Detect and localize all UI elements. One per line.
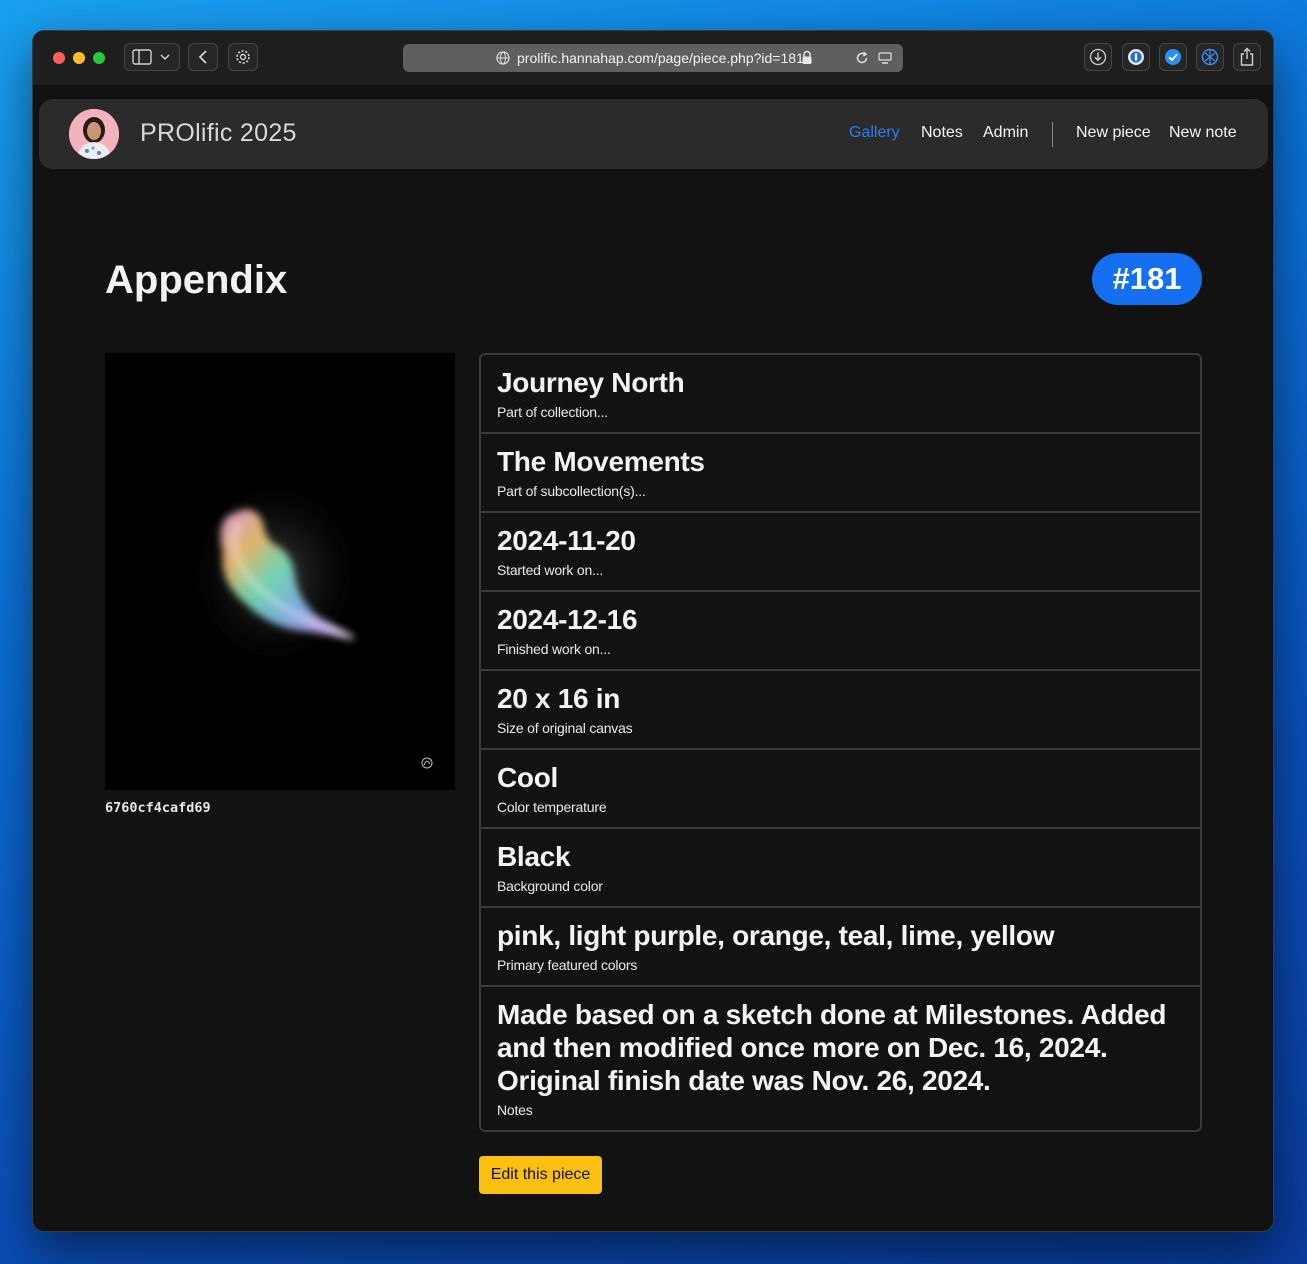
nav-gallery-link[interactable]: Gallery — [849, 124, 900, 142]
translate-extension-button[interactable] — [1196, 43, 1224, 71]
password-manager-button[interactable] — [1122, 43, 1150, 71]
page-title: Appendix — [105, 258, 288, 302]
detail-finished: 2024-12-16 Finished work on... — [481, 592, 1200, 671]
detail-value: pink, light purple, orange, teal, lime, … — [497, 920, 1055, 951]
detail-started: 2024-11-20 Started work on... — [481, 513, 1200, 592]
avatar[interactable] — [69, 109, 119, 159]
artwork-image[interactable] — [105, 353, 455, 790]
sidebar-icon — [132, 49, 152, 65]
detail-label: Background color — [497, 878, 603, 894]
detail-label: Primary featured colors — [497, 957, 638, 973]
edit-piece-button[interactable]: Edit this piece — [479, 1156, 602, 1194]
detail-color-temperature: Cool Color temperature — [481, 750, 1200, 829]
url-text: prolific.hannahap.com/page/piece.php?id=… — [517, 50, 804, 66]
detail-value: Black — [497, 841, 571, 872]
piece-details-list: Journey North Part of collection... The … — [479, 353, 1202, 1132]
profile-photo — [69, 109, 119, 159]
detail-label: Part of collection... — [497, 404, 608, 420]
detail-label: Part of subcollection(s)... — [497, 483, 646, 499]
reload-icon[interactable] — [855, 51, 869, 65]
detail-label: Size of original canvas — [497, 720, 633, 736]
reader-icon[interactable] — [878, 52, 892, 65]
password-manager-icon — [1128, 49, 1144, 65]
chevron-left-icon — [198, 50, 207, 64]
piece-id-badge: #181 — [1092, 253, 1202, 305]
image-hash: 6760cf4cafd69 — [105, 800, 211, 816]
detail-value: Cool — [497, 762, 559, 793]
detail-featured-colors: pink, light purple, orange, teal, lime, … — [481, 908, 1200, 987]
nav-new-piece-link[interactable]: New piece — [1076, 124, 1151, 142]
address-bar[interactable]: prolific.hannahap.com/page/piece.php?id=… — [403, 44, 903, 72]
detail-value: Made based on a sketch done at Milestone… — [497, 999, 1167, 1096]
minimize-window-button[interactable] — [73, 52, 85, 64]
network-icon — [1201, 48, 1219, 66]
detail-value: 2024-12-16 — [497, 604, 638, 635]
artwork-graphic — [185, 473, 433, 769]
downloads-button[interactable] — [1084, 43, 1112, 71]
artist-signature-icon — [421, 757, 433, 769]
detail-value: The Movements — [497, 446, 705, 477]
nav-notes-link[interactable]: Notes — [921, 124, 963, 142]
chevron-down-icon — [160, 54, 170, 61]
check-badge-icon — [1165, 49, 1181, 65]
site-brand[interactable]: PROlific 2025 — [140, 119, 297, 148]
verified-extension-button[interactable] — [1159, 43, 1187, 71]
site-navbar: PROlific 2025 Gallery Notes Admin New pi… — [39, 99, 1268, 169]
share-button[interactable] — [1233, 43, 1261, 71]
settings-button[interactable] — [228, 43, 258, 71]
sidebar-toggle-button[interactable] — [124, 43, 180, 71]
back-button[interactable] — [188, 43, 218, 71]
gear-icon — [236, 50, 250, 64]
browser-window: prolific.hannahap.com/page/piece.php?id=… — [32, 30, 1274, 1232]
nav-admin-link[interactable]: Admin — [983, 124, 1028, 142]
browser-toolbar: prolific.hannahap.com/page/piece.php?id=… — [33, 31, 1273, 85]
share-icon — [1240, 47, 1254, 66]
detail-canvas-size: 20 x 16 in Size of original canvas — [481, 671, 1200, 750]
detail-subcollection: The Movements Part of subcollection(s)..… — [481, 434, 1200, 513]
detail-label: Started work on... — [497, 562, 604, 578]
detail-value: 20 x 16 in — [497, 683, 621, 714]
detail-background-color: Black Background color — [481, 829, 1200, 908]
detail-label: Finished work on... — [497, 641, 611, 657]
detail-collection: Journey North Part of collection... — [481, 355, 1200, 434]
detail-label: Notes — [497, 1102, 533, 1118]
nav-new-note-link[interactable]: New note — [1169, 124, 1237, 142]
detail-value: Journey North — [497, 367, 685, 398]
zoom-window-button[interactable] — [93, 52, 105, 64]
nav-divider — [1052, 122, 1053, 147]
globe-icon — [496, 51, 510, 65]
detail-label: Color temperature — [497, 799, 607, 815]
download-icon — [1089, 48, 1107, 66]
lock-icon — [802, 50, 812, 64]
detail-value: 2024-11-20 — [497, 525, 636, 556]
close-window-button[interactable] — [53, 52, 65, 64]
detail-notes: Made based on a sketch done at Milestone… — [481, 987, 1200, 1128]
